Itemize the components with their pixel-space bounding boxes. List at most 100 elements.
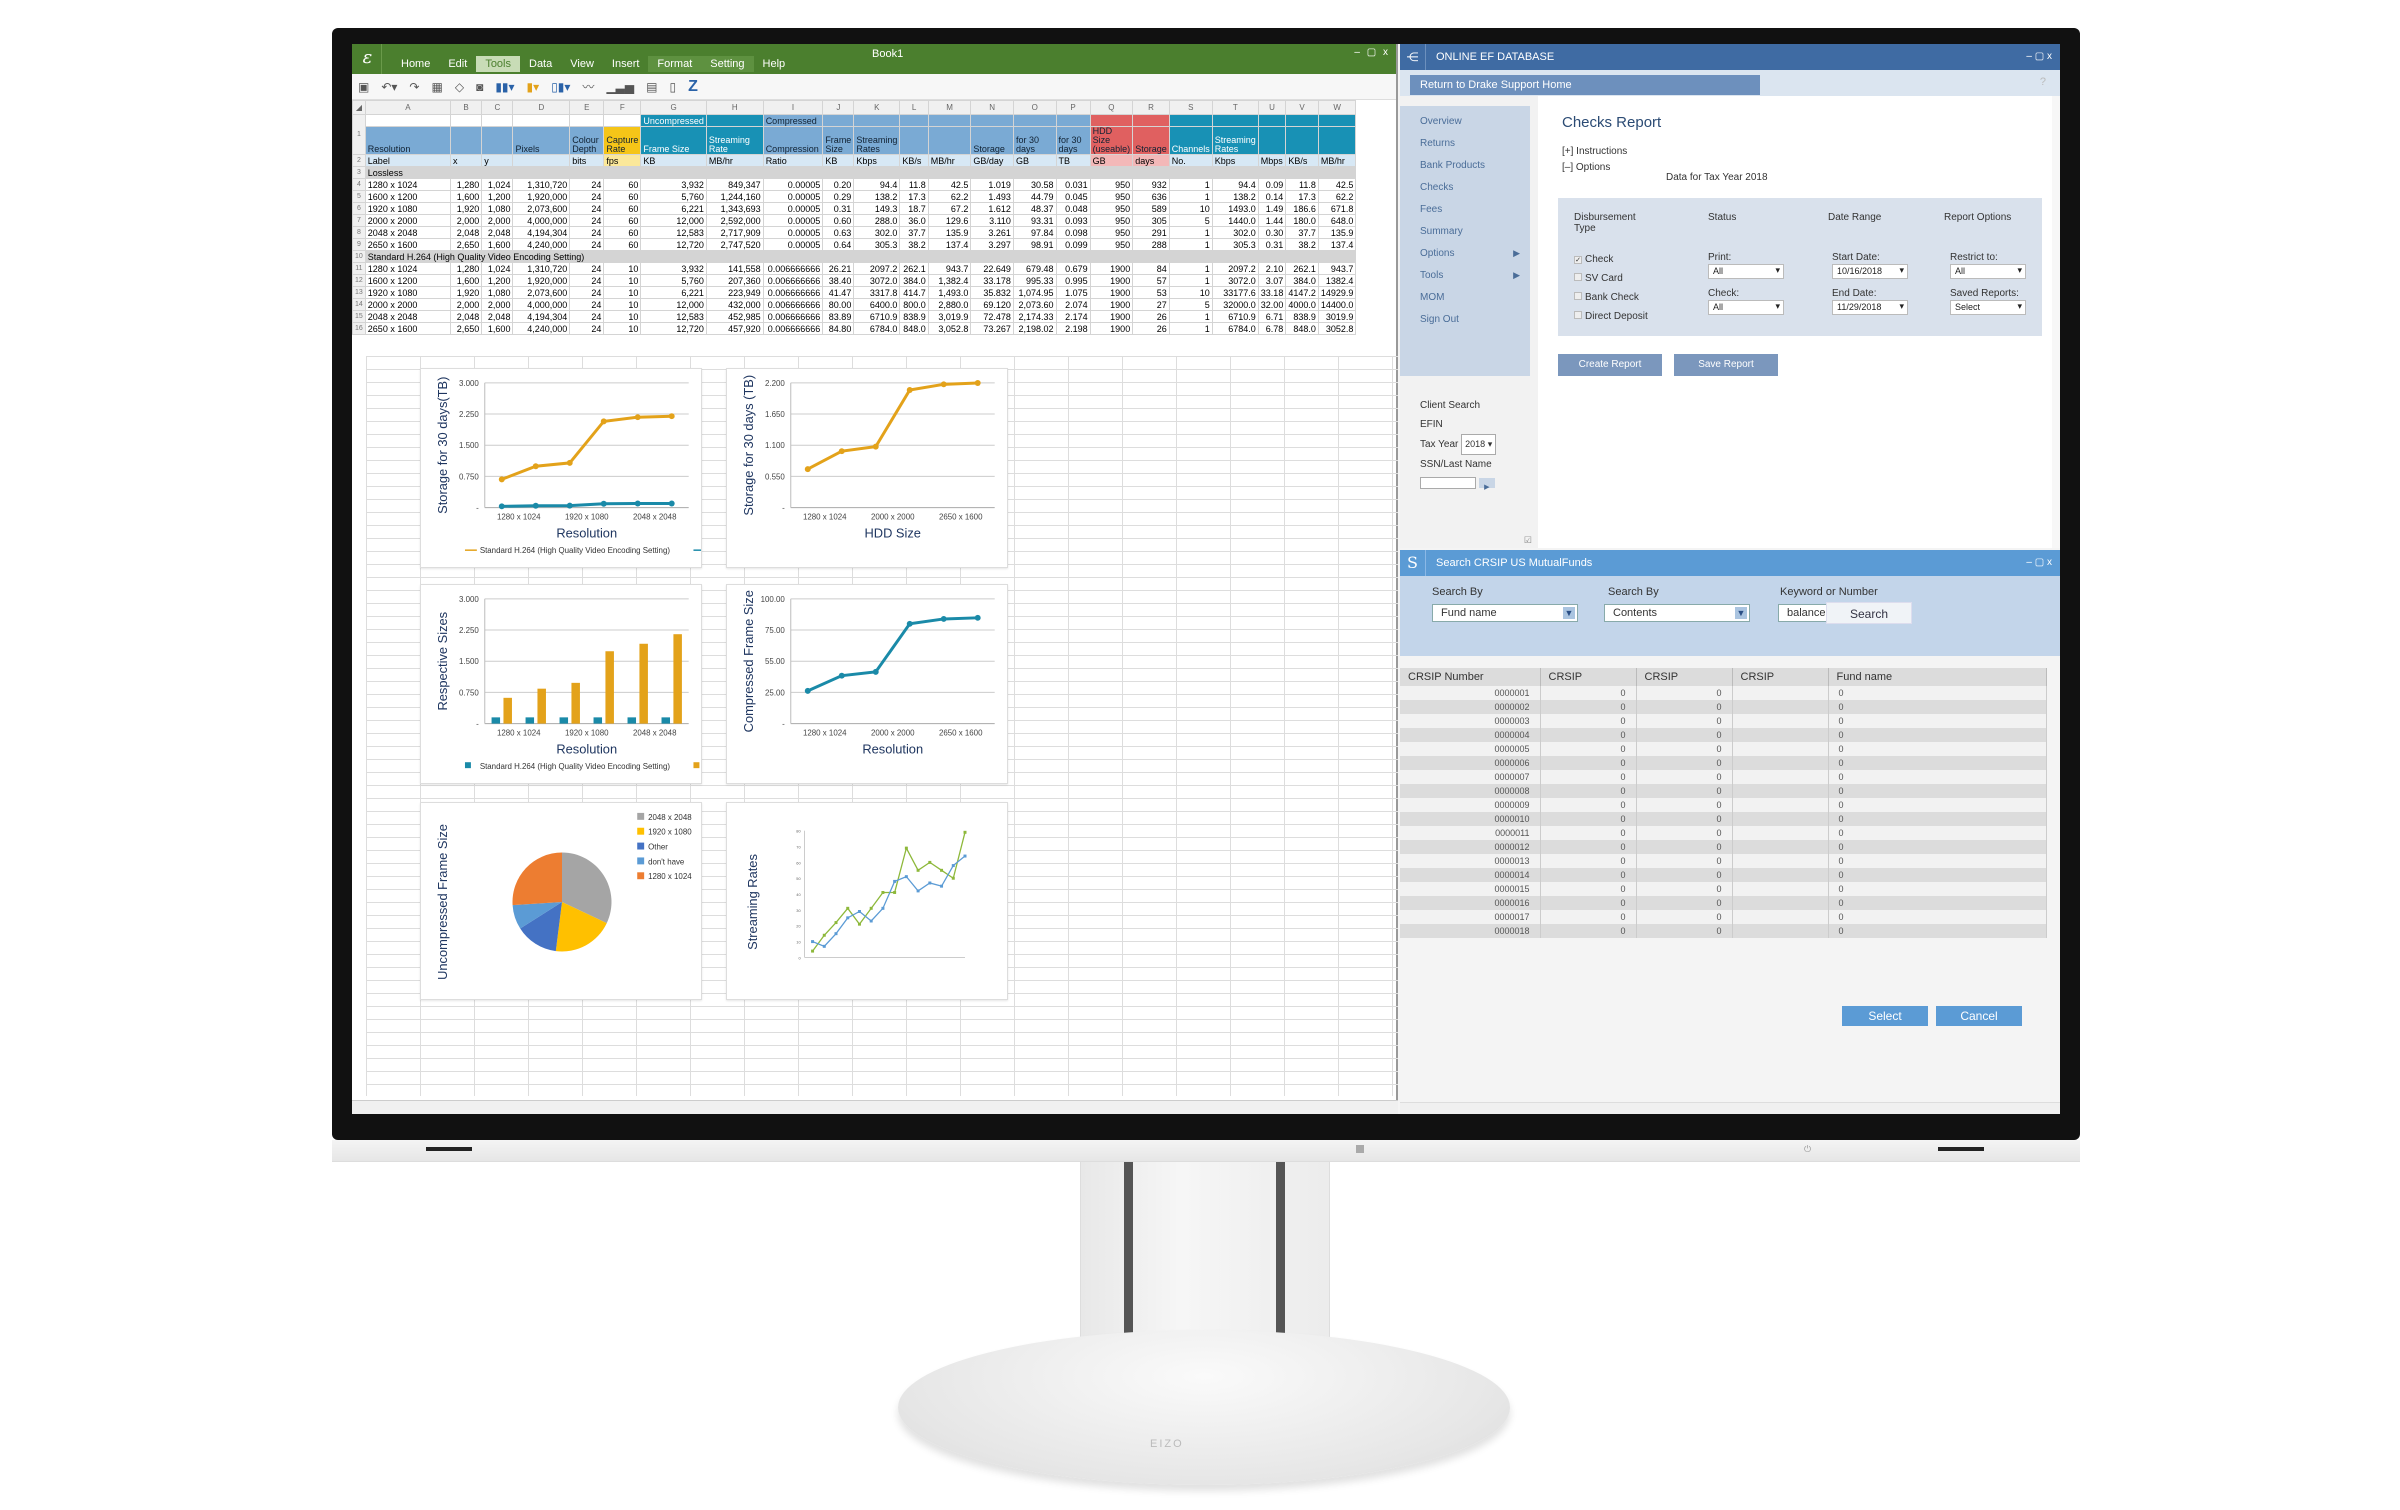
data-point[interactable] [857, 910, 861, 913]
cell[interactable]: 38.2 [1285, 238, 1319, 251]
data-point[interactable] [940, 615, 947, 622]
header-cell[interactable]: Streaming Rate [705, 126, 764, 155]
histogram-icon[interactable]: ▁▃▅ [606, 80, 634, 94]
data-point[interactable] [668, 413, 675, 420]
cell[interactable]: 0.098 [1055, 226, 1091, 239]
nav-item-fees[interactable]: Fees [1420, 204, 1530, 226]
header-cell[interactable]: Pixels [512, 126, 571, 155]
cell[interactable]: 2.174 [1055, 310, 1091, 323]
row-number[interactable]: 15 [352, 310, 366, 323]
cell[interactable]: 452,985 [705, 310, 764, 323]
cell[interactable]: 10 [603, 274, 642, 287]
cell[interactable]: 12,000 [640, 214, 707, 227]
cell[interactable]: 4147.2 [1285, 286, 1319, 299]
table-row[interactable]: 0000014 0 0 0 [1400, 868, 2047, 882]
cell[interactable] [512, 114, 571, 127]
bar[interactable] [673, 634, 682, 724]
cell[interactable]: 4,240,000 [512, 238, 571, 251]
header-cell[interactable]: Frame Size [822, 126, 855, 155]
column-header[interactable]: CRSIP [1732, 668, 1829, 686]
cell[interactable]: 0.006666666 [762, 310, 824, 323]
cell[interactable]: 1,080 [481, 202, 514, 215]
cell[interactable]: 1 [1168, 238, 1213, 251]
header-cell[interactable]: Resolution [364, 126, 451, 155]
cell[interactable]: 950 [1089, 214, 1134, 227]
nav-item-sign-out[interactable]: Sign Out [1420, 314, 1530, 336]
header-cell[interactable]: Frame Size [640, 126, 707, 155]
cell[interactable]: 4,000,000 [512, 298, 571, 311]
cell[interactable]: 0.031 [1055, 178, 1091, 191]
nav-item-overview[interactable]: Overview [1420, 116, 1530, 138]
cell[interactable]: 648.0 [1317, 214, 1357, 227]
cell[interactable]: 1900 [1089, 274, 1134, 287]
table-row[interactable]: 0000002 0 0 0 [1400, 700, 2047, 714]
column-header[interactable]: G [640, 100, 707, 115]
data-point[interactable] [872, 443, 879, 450]
header-cell[interactable] [1317, 126, 1357, 155]
cell[interactable]: 12,583 [640, 310, 707, 323]
data-point[interactable] [600, 418, 607, 425]
data-point[interactable] [940, 884, 944, 888]
data-point[interactable] [940, 868, 944, 872]
page-icon[interactable]: ▤ [646, 80, 657, 94]
search-by-2-select[interactable]: Contents ▼ [1604, 604, 1750, 622]
cell[interactable]: 26 [1132, 310, 1170, 323]
cell[interactable]: 0.679 [1055, 262, 1091, 275]
chart-storage-by-hdd[interactable]: - 0.550 1.100 1.650 2.200 1280 x 1024 2000 x 2… [726, 368, 1008, 568]
cell[interactable]: 27 [1132, 298, 1170, 311]
cell[interactable]: 1,280 [449, 262, 483, 275]
cell[interactable]: 950 [1089, 202, 1134, 215]
cell[interactable]: 3317.8 [853, 286, 901, 299]
unit-cell[interactable]: MB/hr [705, 154, 764, 167]
menu-item-insert[interactable]: Insert [603, 56, 649, 72]
cell[interactable]: 1,600 [449, 190, 483, 203]
chart-storage-by-resolution[interactable]: - 0.750 1.500 2.250 3.000 1280 x 1024 1920 x 1… [420, 368, 739, 568]
cell[interactable]: 1900 [1089, 310, 1134, 323]
cell[interactable]: 223,949 [705, 286, 764, 299]
cell[interactable]: 262.1 [899, 262, 929, 275]
cell[interactable]: 0.31 [822, 202, 855, 215]
cell[interactable]: 2,073.60 [1012, 298, 1057, 311]
column-header[interactable]: P [1055, 100, 1091, 115]
cell[interactable]: 180.0 [1285, 214, 1319, 227]
row-number[interactable]: 6 [352, 202, 366, 215]
cell[interactable]: 1,920,000 [512, 274, 571, 287]
data-point[interactable] [838, 672, 845, 679]
cell[interactable]: 2,048 [481, 310, 514, 323]
cell[interactable]: 950 [1089, 226, 1134, 239]
cell[interactable]: 848.0 [899, 322, 929, 335]
cell[interactable]: 1,920,000 [512, 190, 571, 203]
select-button[interactable]: Select [1842, 1006, 1928, 1026]
chart-streaming-rates[interactable]: 0 10 20 30 40 50 60 70 80 Streaming Rates [726, 802, 1008, 1000]
data-point[interactable] [804, 687, 811, 694]
menu-item-tools[interactable]: Tools [476, 56, 520, 72]
data-point[interactable] [838, 448, 845, 455]
table-row[interactable]: 0000011 0 0 0 [1400, 826, 2047, 840]
chart-respective-sizes[interactable]: - 0.750 1.500 2.250 3.000 1280 x 1024 1920 x 1… [420, 584, 739, 784]
cell[interactable]: 943.7 [1317, 262, 1357, 275]
column-header[interactable]: E [569, 100, 605, 115]
unit-cell[interactable]: MB/hr [927, 154, 972, 167]
cell[interactable]: 1,244,160 [705, 190, 764, 203]
start-date-select[interactable]: 10/16/2018 [1832, 264, 1908, 279]
cell[interactable]: 84.80 [822, 322, 855, 335]
cell[interactable]: 149.3 [853, 202, 901, 215]
saved-reports-select[interactable]: Select [1950, 300, 2026, 315]
cell[interactable]: 6400.0 [853, 298, 901, 311]
header-cell[interactable] [1285, 126, 1319, 155]
document-icon[interactable]: ▯ [669, 80, 676, 94]
data-point[interactable] [963, 830, 967, 834]
cell[interactable]: 10 [1168, 202, 1213, 215]
unit-cell[interactable]: KB [822, 154, 855, 167]
shape-icon[interactable]: ◇ [455, 80, 464, 94]
cell[interactable]: 1.49 [1257, 202, 1287, 215]
cell[interactable]: 18.7 [899, 202, 929, 215]
cell[interactable]: 2,650 [449, 238, 483, 251]
cell[interactable]: 48.37 [1012, 202, 1057, 215]
data-point[interactable] [881, 891, 885, 894]
cell[interactable]: 636 [1132, 190, 1170, 203]
cell[interactable]: 0.20 [822, 178, 855, 191]
cell[interactable]: 0.00005 [762, 178, 824, 191]
search-by-select[interactable]: Fund name ▼ [1432, 604, 1578, 622]
cell[interactable]: 1,024 [481, 262, 514, 275]
